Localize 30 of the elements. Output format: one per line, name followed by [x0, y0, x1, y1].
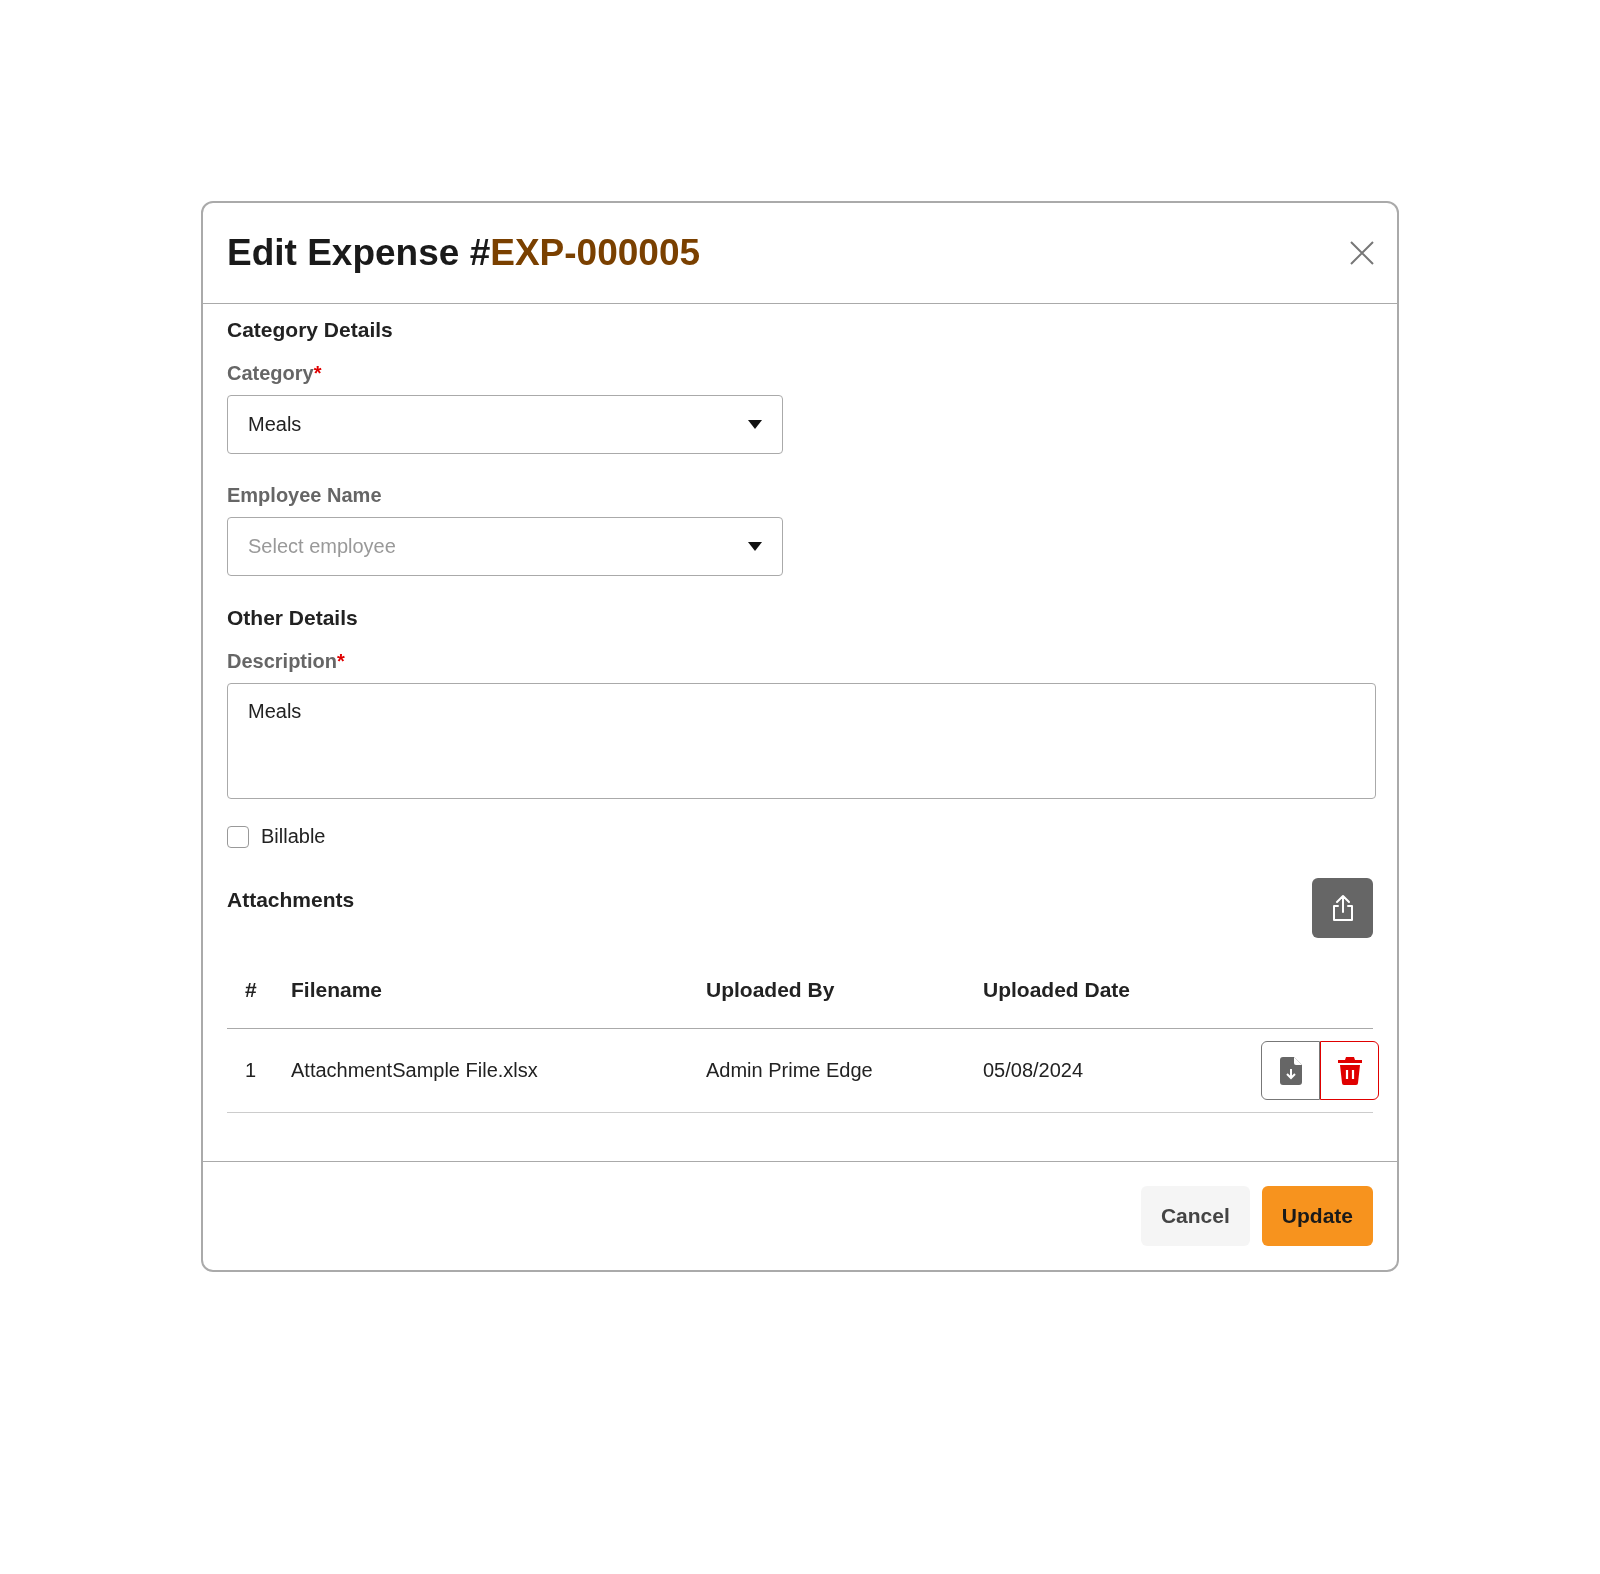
description-field[interactable]: Meals — [227, 683, 1376, 799]
table-cell: 05/08/2024 — [965, 1029, 1243, 1113]
trash-icon — [1336, 1056, 1363, 1085]
checkbox[interactable] — [227, 825, 249, 848]
cancel-button[interactable]: Cancel — [1140, 1186, 1250, 1246]
table-cell: 1 — [227, 1029, 291, 1113]
column-header: Uploaded Date — [965, 978, 1243, 1029]
dropdown-field[interactable]: Meals — [227, 395, 783, 454]
field-label: Category* — [227, 362, 322, 385]
dialog-title: Edit Expense #EXP-000005 — [227, 232, 701, 274]
upload-button[interactable] — [1312, 878, 1373, 938]
field-label: Description* — [227, 650, 345, 673]
section-heading: Other Details — [227, 606, 359, 630]
update-button[interactable]: Update — [1261, 1186, 1373, 1246]
delete-button[interactable] — [1320, 1041, 1379, 1100]
checkbox-label: Billable — [261, 825, 326, 848]
file-download-icon — [1279, 1056, 1302, 1085]
table-cell: AttachmentSample File.xlsx — [291, 1029, 688, 1113]
column-header: Uploaded By — [688, 978, 965, 1029]
caret-icon — [748, 542, 762, 551]
close-button[interactable] — [1349, 240, 1375, 266]
field-label: Employee Name — [227, 484, 382, 507]
close-icon — [1349, 240, 1375, 266]
column-header: Filename — [291, 978, 688, 1029]
section-heading: Category Details — [227, 318, 394, 342]
caret-icon — [748, 420, 762, 429]
download-button[interactable] — [1261, 1041, 1320, 1100]
table-cell: Admin Prime Edge — [688, 1029, 965, 1113]
section-heading: Attachments — [227, 888, 355, 912]
column-header: # — [227, 978, 291, 1029]
